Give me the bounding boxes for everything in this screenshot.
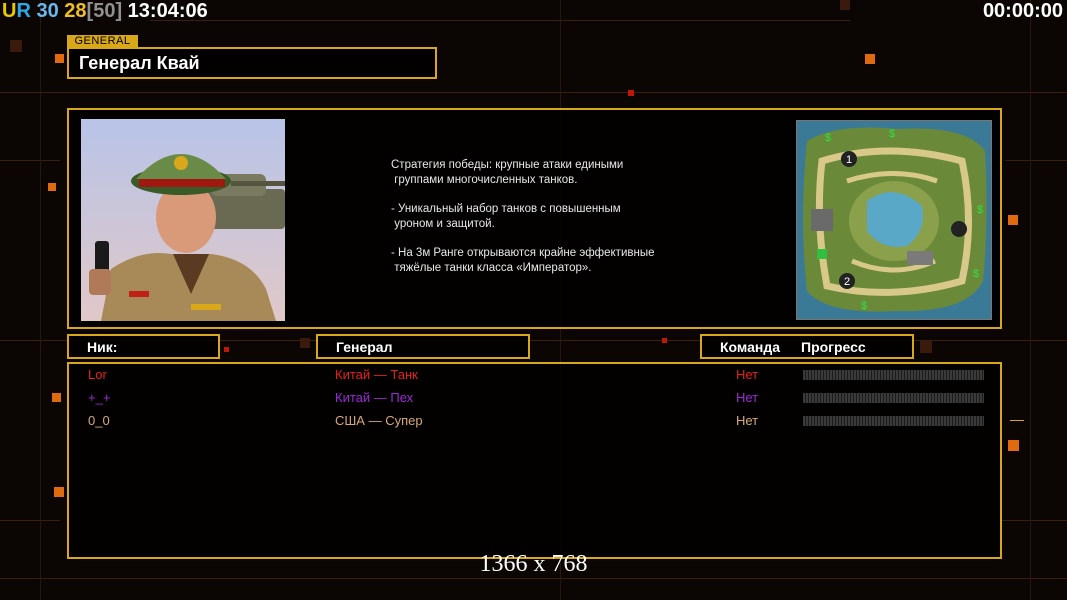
player-progress-bar (803, 370, 984, 380)
column-header-general: Генерал (316, 334, 530, 359)
desc-line: тяжёлые танки класса «Император». (394, 261, 592, 274)
svg-text:$: $ (889, 128, 895, 140)
general-title-box: Генерал Квай (67, 47, 437, 79)
svg-text:1: 1 (846, 154, 852, 166)
stat-30: 30 (36, 0, 59, 22)
svg-text:$: $ (977, 204, 983, 216)
desc-line: Стратегия победы: крупные атаки едиными (391, 159, 624, 171)
player-general: США — Супер (335, 413, 423, 428)
general-description: Стратегия победы: крупные атаки едиными … (391, 158, 721, 291)
player-team: Нет (736, 413, 759, 428)
column-header-general-label: Генерал (336, 339, 393, 355)
players-list: Lor Китай — Танк Нет +_+ Китай — Пех Нет… (67, 362, 1002, 559)
player-row[interactable]: Lor Китай — Танк Нет (69, 367, 1000, 389)
svg-text:2: 2 (844, 276, 850, 288)
player-progress-bar (803, 393, 984, 403)
column-header-nick: Ник: (67, 334, 220, 359)
desc-line: - Уникальный набор танков с повышенным (391, 203, 621, 216)
match-timer: 00:00:00 (982, 0, 1063, 22)
player-row[interactable]: +_+ Китай — Пех Нет (69, 390, 1000, 412)
general-title: Генерал Квай (79, 53, 200, 73)
player-progress-bar (803, 416, 984, 426)
general-portrait (81, 119, 285, 321)
player-nick: 0_0 (88, 413, 110, 428)
map-preview[interactable]: 1 2 $ $ $ $ $ (796, 120, 992, 320)
stat-u: U (2, 0, 17, 22)
player-general: Китай — Танк (335, 367, 418, 382)
stat-50: [50] (86, 0, 123, 22)
column-header-team-label: Команда (720, 339, 780, 355)
stat-r: R (16, 0, 31, 22)
clock: 13:04:06 (127, 0, 208, 22)
player-general: Китай — Пех (335, 390, 414, 405)
stat-28: 28 (64, 0, 87, 22)
svg-text:$: $ (825, 132, 831, 144)
player-team: Нет (736, 390, 759, 405)
resolution-label: 1366 x 768 (479, 551, 588, 577)
player-team: Нет (736, 367, 759, 382)
player-row[interactable]: 0_0 США — Супер Нет (69, 413, 1000, 435)
column-header-nick-label: Ник: (87, 339, 118, 355)
player-nick: +_+ (88, 390, 111, 405)
desc-line: группами многочисленных танков. (394, 173, 578, 186)
player-nick: Lor (88, 367, 107, 382)
column-header-team: Команда Прогресс (700, 334, 914, 359)
desc-line: уроном и защитой. (394, 217, 495, 230)
stats-bar: UR 30 28[50] 13:04:06 (2, 0, 208, 26)
general-portrait-image (81, 119, 285, 321)
desc-line: - На 3м Ранге открываются крайне эффекти… (391, 247, 655, 260)
svg-text:$: $ (973, 268, 979, 280)
svg-text:$: $ (861, 300, 867, 312)
general-info-panel: Стратегия победы: крупные атаки едиными … (67, 108, 1002, 329)
map-preview-image: 1 2 $ $ $ $ $ (797, 121, 991, 319)
column-header-progress-label: Прогресс (801, 339, 866, 355)
